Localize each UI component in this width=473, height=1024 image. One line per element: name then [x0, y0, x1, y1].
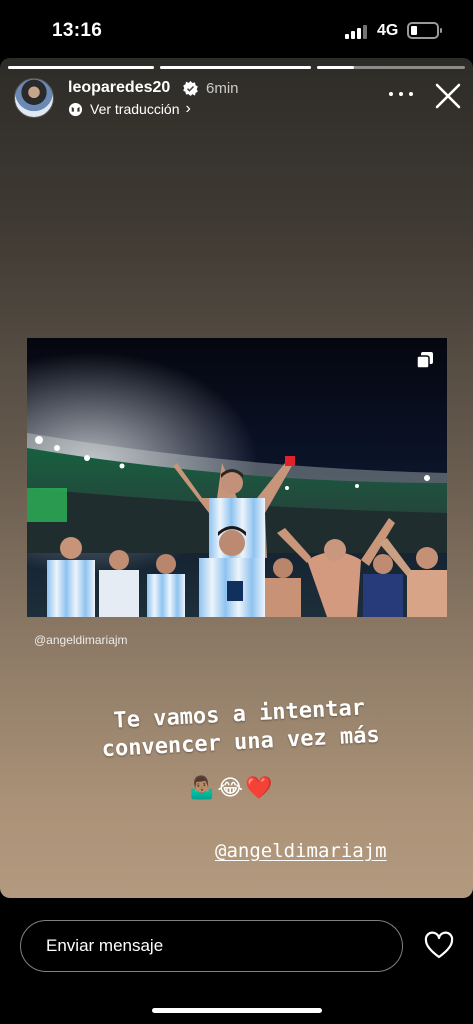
status-time: 13:16 [52, 20, 103, 41]
caption-emojis: 🤷🏽‍♂️😂❤️ [188, 776, 275, 801]
status-bar: 13:16 4G [0, 0, 473, 60]
send-message-input[interactable] [20, 920, 403, 972]
home-indicator [152, 1008, 322, 1013]
stadium-celebration-image [27, 338, 447, 617]
username[interactable]: leoparedes20 [68, 79, 170, 97]
progress-fill-3 [317, 66, 354, 69]
battery-icon [407, 22, 442, 39]
story-caption: Te vamos a intentar convencer una vez má… [69, 692, 411, 766]
story-progress-2 [160, 66, 311, 69]
more-options-icon[interactable] [389, 86, 413, 102]
chevron-right-icon: › [185, 100, 191, 117]
photo-credit-tag[interactable]: @angeldimariajm [34, 633, 128, 647]
story-progress-3 [317, 66, 465, 69]
see-translation-link[interactable]: Ver traducción › [68, 100, 191, 118]
story-progress-1 [8, 66, 154, 69]
network-label: 4G [377, 22, 399, 39]
mention-sticker[interactable]: @angeldimariajm [215, 840, 387, 862]
verified-badge-icon [183, 81, 198, 96]
heart-icon[interactable] [424, 931, 454, 961]
avatar[interactable] [14, 78, 54, 118]
progress-fill-1 [8, 66, 154, 69]
story-viewer[interactable]: leoparedes20 6min Ver traducción › @ange… [0, 58, 473, 898]
signal-icon [345, 25, 369, 39]
progress-fill-2 [160, 66, 311, 69]
translate-icon [68, 102, 83, 116]
multiple-images-icon [416, 352, 433, 369]
close-icon[interactable] [434, 82, 462, 110]
post-time: 6min [206, 80, 239, 97]
see-translation-label: Ver traducción [90, 101, 180, 117]
shared-post-photo[interactable] [27, 338, 447, 617]
